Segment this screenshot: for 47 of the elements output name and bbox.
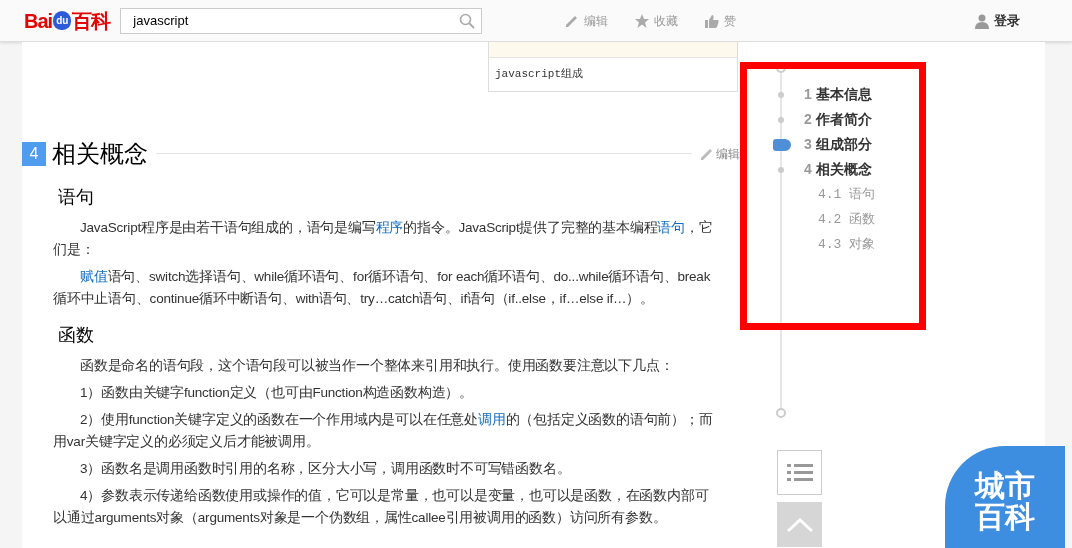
chevron-up-icon <box>785 516 814 533</box>
toc-label: 3 组成部分 <box>803 135 872 154</box>
link[interactable]: 语句 <box>657 219 686 235</box>
search-box[interactable]: javascript <box>120 7 483 34</box>
toc-item[interactable]: 1 基本信息 <box>776 82 1045 107</box>
badge-text: 百科 <box>975 501 1035 533</box>
link[interactable]: 调用 <box>478 411 506 427</box>
logo-text: Bai <box>24 8 53 34</box>
toc-button[interactable] <box>777 450 822 495</box>
toc-subitem[interactable]: 4.1 语句 <box>818 182 1045 207</box>
paragraph: 3）函数名是调用函数时引用的名称，区分大小写，调用函数时不可写错函数名。 <box>79 459 572 478</box>
star-button[interactable]: 收藏 <box>634 11 679 30</box>
link[interactable]: 赋值 <box>80 268 108 284</box>
subsection-title: 语句 <box>58 185 95 209</box>
back-to-top-button[interactable] <box>777 502 822 547</box>
paragraph: JavaScript程序是由若干语句组成的，语句是编写程序的指令。JavaScript提供了完整的基本编程语句，它们是： <box>53 218 713 259</box>
edit-link[interactable]: 编辑 <box>700 144 740 163</box>
logo-text: 百科 <box>72 8 111 34</box>
paragraph: 1）函数由关键字function定义（也可由Function构造函数构造）。 <box>79 383 474 402</box>
login-link[interactable]: 登录 <box>974 10 1020 31</box>
link[interactable]: 程序 <box>375 219 404 235</box>
toc-item[interactable]: 3 组成部分 <box>776 132 1045 157</box>
toc-item[interactable]: 4 相关概念 <box>776 157 1045 182</box>
image-caption: javascript组成 <box>489 57 737 91</box>
pencil-icon <box>700 146 714 161</box>
edit-button[interactable]: 编辑 <box>564 11 609 30</box>
paragraph: 赋值语句、switch选择语句、while循环语句、for循环语句、for each循环语句、do...while循环语句、break循环中止语句、continue循环中断语句、with语句、try…catch语句、if语句（if..else，if…else if…）。 <box>53 267 712 308</box>
paragraph: 4）参数表示传递给函数使用或操作的值，它可以是常量，也可以是变量，也可以是函数，在函数内部可以通过arguments对象（arguments对象是一个伪数组，属性callee引用被调用的函数）访问所有参数。 <box>53 486 710 527</box>
list-icon <box>786 461 813 484</box>
toc-item[interactable]: 2 作者简介 <box>776 107 1045 132</box>
toc-label: 2 作者简介 <box>803 110 872 129</box>
toc-subitem[interactable]: 4.2 函数 <box>818 207 1045 232</box>
toc-label: 1 基本信息 <box>803 85 872 104</box>
toc-label: 4 相关概念 <box>803 160 872 179</box>
subsection-title: 函数 <box>58 323 95 347</box>
search-icon[interactable] <box>459 12 476 29</box>
section-title: 相关概念 <box>52 138 148 169</box>
thumbs-up-icon <box>704 12 721 29</box>
user-icon <box>974 12 990 29</box>
paragraph: 函数是命名的语句段，这个语句段可以被当作一个整体来引用和执行。使用函数要注意以下几点： <box>79 356 675 375</box>
paw-logo: du <box>53 11 72 30</box>
badge-text: 城市 <box>975 469 1035 501</box>
paragraph: 2）使用function关键字定义的函数在一个作用域内是可以在任意处调用的（包括定义函数的语句前）；而用var关键字定义的必须定义后才能被调用。 <box>53 410 713 451</box>
toc-subitem[interactable]: 4.3 对象 <box>818 232 1045 257</box>
like-button[interactable]: 赞 <box>704 11 737 30</box>
star-icon <box>634 12 651 29</box>
section-number: 4 <box>22 141 46 166</box>
